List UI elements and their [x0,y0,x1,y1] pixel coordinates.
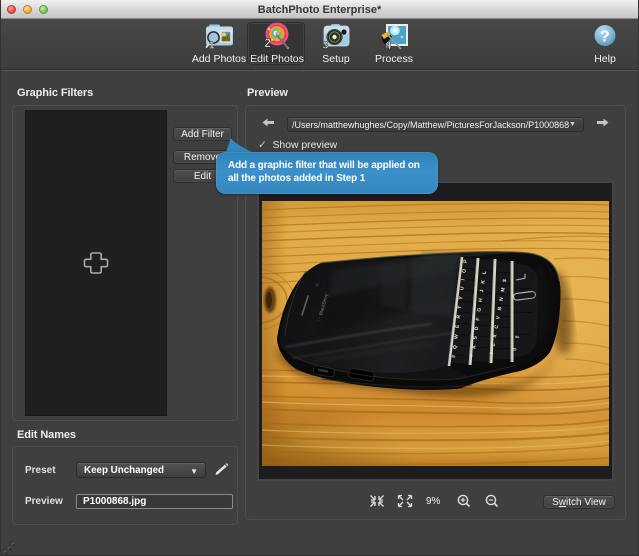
svg-text:2: 2 [265,38,271,50]
svg-text:4: 4 [386,40,392,52]
svg-text:?: ? [600,29,610,46]
svg-text:3: 3 [323,40,329,52]
svg-text:1: 1 [209,41,215,52]
